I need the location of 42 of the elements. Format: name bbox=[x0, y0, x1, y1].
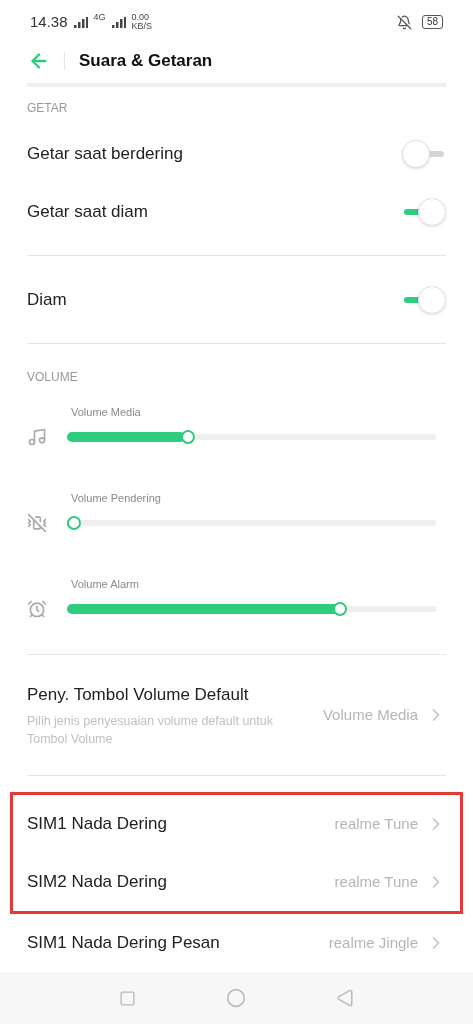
music-icon bbox=[27, 426, 47, 447]
volume-slider[interactable] bbox=[67, 429, 436, 444]
setting-label: Diam bbox=[27, 289, 67, 312]
setting-label: SIM2 Nada Dering bbox=[27, 871, 167, 894]
toggle-switch[interactable] bbox=[402, 286, 446, 314]
setting-label: Peny. Tombol Volume Default bbox=[27, 684, 250, 707]
setting-label: SIM1 Nada Dering Pesan bbox=[27, 932, 220, 955]
section-heading: GETAR bbox=[27, 100, 69, 117]
home-icon[interactable] bbox=[226, 988, 246, 1008]
setting-value: realme Tune bbox=[334, 813, 418, 834]
data-speed: 0.00 bbox=[131, 13, 150, 23]
status-time: 14.38 bbox=[30, 12, 68, 33]
toggle-switch[interactable] bbox=[402, 140, 446, 168]
volume-slider[interactable] bbox=[67, 601, 436, 616]
slider-label: Volume Media bbox=[71, 405, 142, 420]
battery-indicator: 58 bbox=[421, 15, 443, 30]
data-speed-unit: KB/S bbox=[131, 22, 153, 32]
alarm-icon bbox=[27, 598, 47, 619]
setting-label: Getar saat berdering bbox=[27, 143, 183, 166]
network-type: 4G bbox=[93, 11, 106, 25]
mute-icon bbox=[396, 14, 412, 30]
signal-icon bbox=[111, 16, 126, 28]
setting-description: Pilih jenis penyesuaian volume default untuk Tombol Volume bbox=[27, 712, 274, 748]
setting-value: realme Jingle bbox=[328, 932, 418, 953]
setting-value: Volume Media bbox=[322, 704, 418, 725]
ringtone-row[interactable]: SIM1 Nada Dering realme Tune bbox=[27, 795, 446, 853]
volume-slider[interactable] bbox=[67, 515, 436, 530]
vibrate-off-icon bbox=[27, 512, 47, 533]
setting-value: realme Tune bbox=[334, 871, 418, 892]
back-icon[interactable] bbox=[336, 989, 354, 1007]
slider-label: Volume Alarm bbox=[71, 577, 140, 592]
ringtone-row[interactable]: SIM1 Nada Dering Pesan realme Jingle bbox=[27, 914, 446, 972]
toggle-switch[interactable] bbox=[402, 198, 446, 226]
ringtone-row[interactable]: SIM2 Nada Dering realme Tune bbox=[27, 853, 446, 911]
setting-label: SIM1 Nada Dering bbox=[27, 813, 167, 836]
page-title: Suara & Getaran bbox=[79, 49, 213, 72]
recents-icon[interactable] bbox=[119, 989, 136, 1007]
slider-label: Volume Pendering bbox=[71, 491, 162, 506]
default-volume-row[interactable]: Peny. Tombol Volume Default Pilih jenis penyesuaian volume default untuk Tombol Volume Volume Media bbox=[27, 655, 446, 775]
signal-icon bbox=[73, 16, 88, 28]
section-heading: VOLUME bbox=[27, 369, 79, 386]
setting-label: Getar saat diam bbox=[27, 201, 148, 224]
